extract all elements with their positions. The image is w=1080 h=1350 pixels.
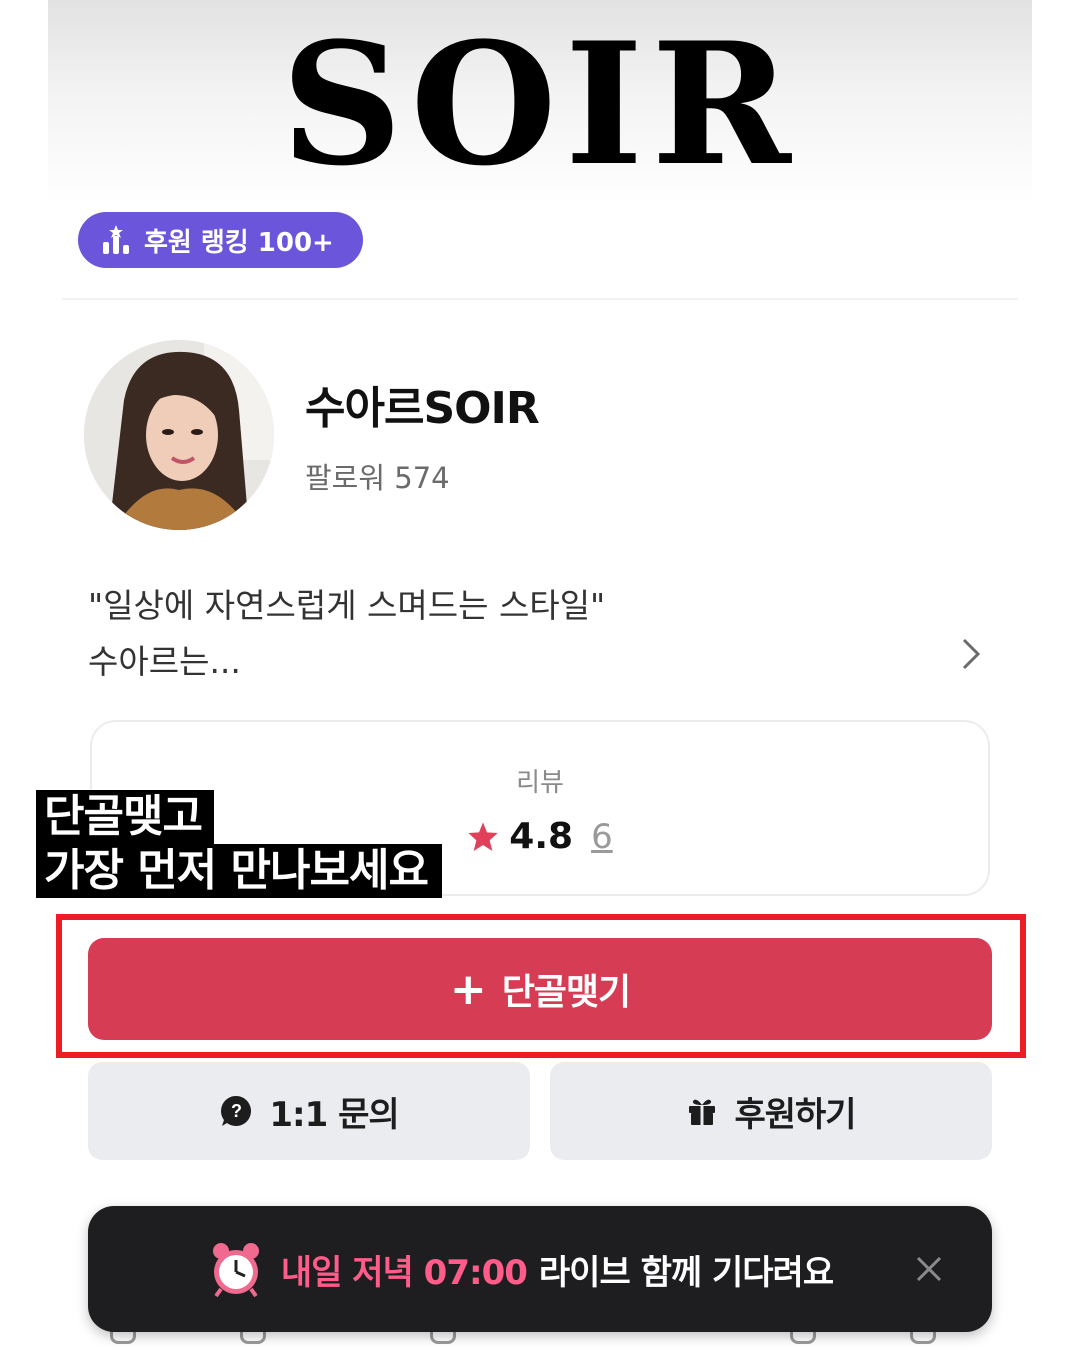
subscribe-button[interactable]: + 단골맺기: [88, 938, 992, 1040]
support-button[interactable]: 후원하기: [550, 1062, 992, 1160]
inquiry-label: 1:1 문의: [269, 1094, 399, 1135]
bio-line: "일상에 자연스럽게 스며드는 스타일": [88, 586, 606, 625]
support-label: 후원하기: [734, 1094, 856, 1135]
alarm-clock-icon: [212, 1243, 259, 1297]
gift-icon: [689, 1099, 716, 1125]
question-bubble-icon: ?: [221, 1096, 252, 1126]
review-score: 4.8: [509, 816, 574, 857]
star-icon: [468, 821, 498, 851]
svg-text:?: ?: [231, 1101, 241, 1121]
toast-time: 내일 저녁 07:00: [280, 1252, 528, 1293]
plus-icon: +: [449, 963, 487, 1015]
brand-logo: SOIR: [281, 5, 799, 203]
profile-name: 수아르SOIR: [305, 383, 540, 434]
bio-line: 수아르는...: [88, 642, 241, 681]
caption-line: 단골맺고: [36, 790, 214, 844]
overlay-caption: 단골맺고 가장 먼저 만나보세요: [36, 790, 442, 898]
review-count-link[interactable]: 6: [591, 817, 613, 857]
subscribe-label: 단골맺기: [501, 972, 631, 1013]
profile-photo: [84, 340, 274, 530]
profile-bio[interactable]: "일상에 자연스럽게 스며드는 스타일" 수아르는...: [88, 578, 938, 690]
inquiry-button[interactable]: ? 1:1 문의: [88, 1062, 530, 1160]
caption-line: 가장 먼저 만나보세요: [36, 844, 442, 898]
toast-message: 라이브 함께 기다려요: [538, 1252, 834, 1293]
follower-count: 팔로워 574: [305, 461, 450, 495]
ranking-badge-label: 후원 랭킹 100+: [144, 227, 334, 258]
avatar[interactable]: [84, 340, 274, 530]
ranking-badge[interactable]: 후원 랭킹 100+: [78, 212, 363, 268]
close-icon[interactable]: [914, 1254, 944, 1284]
chevron-right-icon[interactable]: [958, 636, 986, 672]
ranking-chart-icon: [103, 225, 129, 254]
live-reminder-toast[interactable]: 내일 저녁 07:00 라이브 함께 기다려요: [88, 1206, 992, 1332]
section-divider: [62, 298, 1018, 300]
